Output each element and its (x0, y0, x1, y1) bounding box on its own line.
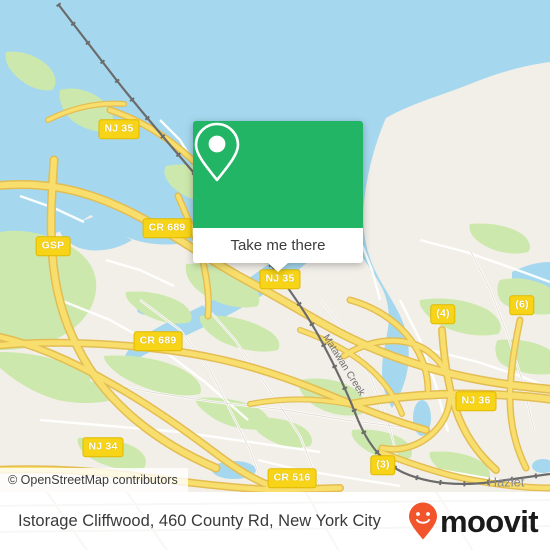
road-shield[interactable]: NJ 35 (98, 119, 140, 139)
road-shield[interactable]: CR 689 (133, 331, 183, 351)
popup-header (193, 121, 363, 228)
place-label-hazlet: Hazlet (487, 474, 525, 490)
moovit-smiley-pin-icon (408, 502, 437, 540)
map-attribution[interactable]: © OpenStreetMap contributors (0, 468, 188, 492)
location-popup-card[interactable]: Take me there (193, 121, 363, 272)
screenshot-root: NJ 35 CR 689 GSP NJ 35 CR 689 (4) (6) NJ… (0, 0, 550, 550)
road-shield[interactable]: NJ 34 (82, 437, 124, 457)
road-shield[interactable]: (3) (370, 455, 396, 475)
road-shield[interactable]: NJ 36 (455, 391, 497, 411)
moovit-wordmark: moovit (439, 503, 539, 539)
road-shield[interactable]: NJ 35 (259, 269, 301, 289)
road-shield[interactable]: (4) (430, 304, 456, 324)
popup-pointer-tail (268, 263, 288, 272)
road-shield[interactable]: CR 516 (267, 468, 317, 488)
road-shield[interactable]: (6) (509, 295, 535, 315)
place-title: Istorage Cliffwood, 460 County Rd, New Y… (18, 511, 381, 530)
road-shield[interactable]: CR 689 (142, 218, 192, 238)
location-pin-icon (194, 122, 240, 182)
map-canvas[interactable]: NJ 35 CR 689 GSP NJ 35 CR 689 (4) (6) NJ… (0, 0, 550, 492)
moovit-logo[interactable]: moovit (407, 501, 539, 541)
popup-action-button[interactable]: Take me there (193, 228, 363, 263)
footer-bar: Istorage Cliffwood, 460 County Rd, New Y… (0, 492, 550, 550)
road-shield[interactable]: GSP (35, 236, 71, 256)
popup-action-label: Take me there (230, 237, 326, 254)
